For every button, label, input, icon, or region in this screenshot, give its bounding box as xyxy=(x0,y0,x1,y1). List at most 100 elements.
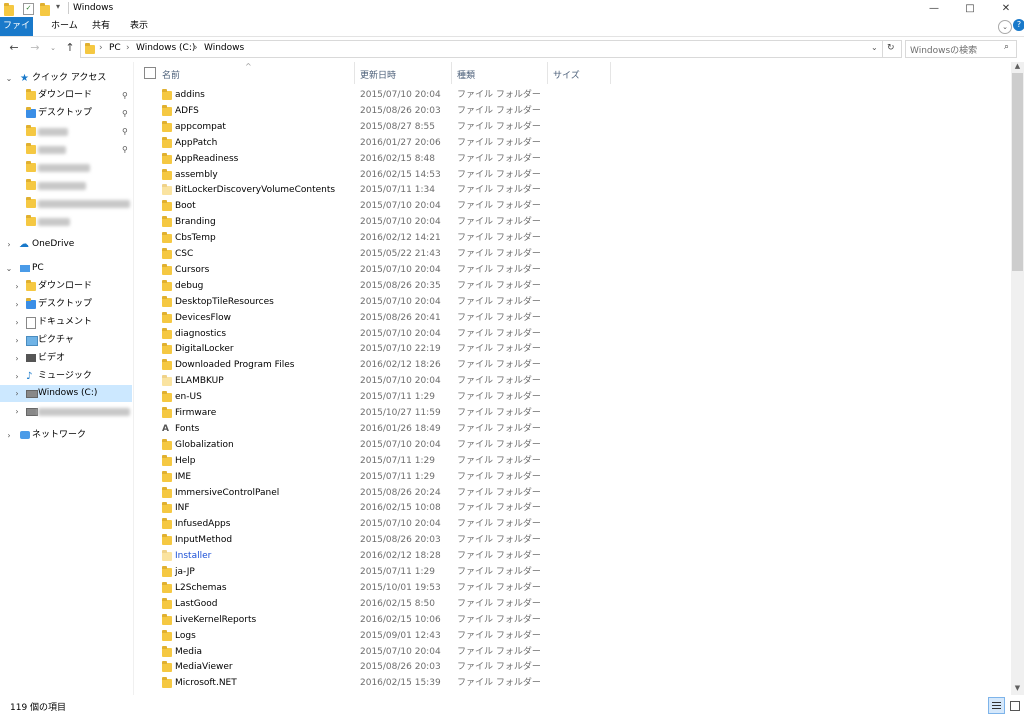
nav-qa-item[interactable] xyxy=(24,159,132,176)
chevron-right-icon[interactable]: › xyxy=(12,278,22,295)
chevron-right-icon[interactable]: › xyxy=(126,43,130,53)
scrollbar-thumb[interactable] xyxy=(1012,73,1023,271)
column-divider[interactable] xyxy=(451,62,452,84)
nav-qa-desktop[interactable]: デスクトップ ⚲ xyxy=(24,105,132,122)
file-row[interactable]: ADFS 2015/08/26 20:03 ファイル フォルダー xyxy=(135,103,1010,119)
file-row[interactable]: addins 2015/07/10 20:04 ファイル フォルダー xyxy=(135,87,1010,103)
chevron-right-icon[interactable]: › xyxy=(99,43,103,53)
breadcrumb-pc[interactable]: PC xyxy=(109,43,121,53)
chevron-right-icon[interactable]: › xyxy=(12,385,22,402)
maximize-button[interactable]: □ xyxy=(954,0,986,17)
file-row[interactable]: Firmware 2015/10/27 11:59 ファイル フォルダー xyxy=(135,405,1010,421)
column-divider[interactable] xyxy=(354,62,355,84)
tab-view[interactable]: 表示 xyxy=(122,17,156,36)
chevron-right-icon[interactable]: › xyxy=(12,403,22,420)
column-date[interactable]: 更新日時 xyxy=(360,68,396,81)
file-row[interactable]: DevicesFlow 2015/08/26 20:41 ファイル フォルダー xyxy=(135,310,1010,326)
chevron-right-icon[interactable]: › xyxy=(12,350,22,367)
file-row[interactable]: Boot 2015/07/10 20:04 ファイル フォルダー xyxy=(135,198,1010,214)
file-row[interactable]: InputMethod 2015/08/26 20:03 ファイル フォルダー xyxy=(135,532,1010,548)
file-row[interactable]: LastGood 2016/02/15 8:50 ファイル フォルダー xyxy=(135,596,1010,612)
file-row[interactable]: ELAMBKUP 2015/07/10 20:04 ファイル フォルダー xyxy=(135,373,1010,389)
chevron-right-icon[interactable]: › xyxy=(12,296,22,313)
column-divider[interactable] xyxy=(547,62,548,84)
nav-qa-item[interactable] xyxy=(24,177,132,194)
file-row[interactable]: appcompat 2015/08/27 8:55 ファイル フォルダー xyxy=(135,119,1010,135)
expand-ribbon-icon[interactable]: ⌄ xyxy=(998,20,1012,34)
refresh-icon[interactable]: ↻ xyxy=(887,43,895,53)
file-row[interactable]: Media 2015/07/10 20:04 ファイル フォルダー xyxy=(135,644,1010,660)
chevron-right-icon[interactable]: › xyxy=(4,236,14,253)
file-row[interactable]: Help 2015/07/11 1:29 ファイル フォルダー xyxy=(135,453,1010,469)
file-row[interactable]: debug 2015/08/26 20:35 ファイル フォルダー xyxy=(135,278,1010,294)
column-name[interactable]: 名前 xyxy=(162,68,180,81)
file-row[interactable]: Microsoft.NET 2016/02/15 15:39 ファイル フォルダー xyxy=(135,675,1010,691)
chevron-right-icon[interactable]: › xyxy=(12,332,22,349)
column-type[interactable]: 種類 xyxy=(457,68,475,81)
file-row[interactable]: CbsTemp 2016/02/12 14:21 ファイル フォルダー xyxy=(135,230,1010,246)
file-row[interactable]: AppPatch 2016/01/27 20:06 ファイル フォルダー xyxy=(135,135,1010,151)
chevron-down-icon[interactable]: ⌄ xyxy=(4,70,14,87)
back-arrow-icon[interactable]: ← xyxy=(7,41,21,55)
tab-home[interactable]: ホーム xyxy=(43,17,86,36)
properties-icon[interactable]: ✓ xyxy=(23,3,34,15)
chevron-down-icon[interactable]: ⌄ xyxy=(4,260,14,277)
file-row[interactable]: Installer 2016/02/12 18:28 ファイル フォルダー xyxy=(135,548,1010,564)
breadcrumb-drive[interactable]: Windows (C:) xyxy=(136,43,195,53)
file-row[interactable]: Logs 2015/09/01 12:43 ファイル フォルダー xyxy=(135,628,1010,644)
file-row[interactable]: Globalization 2015/07/10 20:04 ファイル フォルダー xyxy=(135,437,1010,453)
forward-arrow-icon[interactable]: → xyxy=(28,41,42,55)
help-icon[interactable]: ? xyxy=(1013,19,1024,31)
chevron-right-icon[interactable]: › xyxy=(12,314,22,331)
search-icon[interactable]: ⌕ xyxy=(1004,42,1009,52)
chevron-right-icon[interactable]: › xyxy=(12,368,22,385)
column-divider[interactable] xyxy=(610,62,611,84)
search-box[interactable]: Windowsの検索 ⌕ xyxy=(905,40,1017,58)
file-row[interactable]: Branding 2015/07/10 20:04 ファイル フォルダー xyxy=(135,214,1010,230)
file-row[interactable]: IME 2015/07/11 1:29 ファイル フォルダー xyxy=(135,469,1010,485)
file-row[interactable]: MediaViewer 2015/08/26 20:03 ファイル フォルダー xyxy=(135,659,1010,675)
file-row[interactable]: ja-JP 2015/07/11 1:29 ファイル フォルダー xyxy=(135,564,1010,580)
file-row[interactable]: Cursors 2015/07/10 20:04 ファイル フォルダー xyxy=(135,262,1010,278)
pin-icon[interactable]: ⚲ xyxy=(122,105,128,122)
file-row[interactable]: Downloaded Program Files 2016/02/12 18:26… xyxy=(135,357,1010,373)
close-button[interactable]: ✕ xyxy=(990,0,1022,17)
address-bar[interactable]: › PC › Windows (C:) › Windows ⌄ ↻ xyxy=(80,40,902,58)
file-row[interactable]: DigitalLocker 2015/07/10 22:19 ファイル フォルダー xyxy=(135,341,1010,357)
search-input[interactable]: Windowsの検索 xyxy=(910,43,977,56)
tab-file[interactable]: ファイル xyxy=(0,17,33,50)
file-row[interactable]: A Fonts 2016/01/26 18:49 ファイル フォルダー xyxy=(135,421,1010,437)
scroll-up-icon[interactable]: ▲ xyxy=(1011,62,1024,73)
breadcrumb-windows[interactable]: Windows xyxy=(204,43,244,53)
details-view-button[interactable] xyxy=(988,697,1005,714)
file-row[interactable]: InfusedApps 2015/07/10 20:04 ファイル フォルダー xyxy=(135,516,1010,532)
file-row[interactable]: ImmersiveControlPanel 2015/08/26 20:24 ファイ… xyxy=(135,485,1010,501)
nav-qa-item[interactable] xyxy=(24,213,132,230)
nav-qa-downloads[interactable]: ダウンロード ⚲ xyxy=(24,87,132,104)
chevron-right-icon[interactable]: › xyxy=(194,43,198,53)
nav-qa-item[interactable]: ⚲ xyxy=(24,123,132,140)
nav-qa-item[interactable] xyxy=(24,195,132,212)
address-dropdown-icon[interactable]: ⌄ xyxy=(871,43,878,52)
file-row[interactable]: en-US 2015/07/11 1:29 ファイル フォルダー xyxy=(135,389,1010,405)
chevron-right-icon[interactable]: › xyxy=(4,427,14,444)
pin-icon[interactable]: ⚲ xyxy=(122,87,128,104)
file-row[interactable]: BitLockerDiscoveryVolumeContents 2015/07/… xyxy=(135,182,1010,198)
recent-locations-chevron-icon[interactable]: ⌄ xyxy=(46,41,60,55)
nav-qa-item[interactable]: ⚲ xyxy=(24,141,132,158)
file-row[interactable]: assembly 2016/02/15 14:53 ファイル フォルダー xyxy=(135,167,1010,183)
file-row[interactable]: AppReadiness 2016/02/15 8:48 ファイル フォルダー xyxy=(135,151,1010,167)
column-size[interactable]: サイズ xyxy=(553,68,580,81)
pin-icon[interactable]: ⚲ xyxy=(122,123,128,140)
file-row[interactable]: DesktopTileResources 2015/07/10 20:04 ファイル… xyxy=(135,294,1010,310)
new-folder-icon[interactable] xyxy=(40,3,50,16)
file-row[interactable]: diagnostics 2015/07/10 20:04 ファイル フォルダー xyxy=(135,326,1010,342)
scroll-down-icon[interactable]: ▼ xyxy=(1011,684,1024,695)
tab-share[interactable]: 共有 xyxy=(84,17,118,36)
customize-toolbar-icon[interactable]: ▾ xyxy=(56,2,60,13)
file-row[interactable]: L2Schemas 2015/10/01 19:53 ファイル フォルダー xyxy=(135,580,1010,596)
minimize-button[interactable]: — xyxy=(918,0,950,17)
file-row[interactable]: INF 2016/02/15 10:08 ファイル フォルダー xyxy=(135,500,1010,516)
file-row[interactable]: CSC 2015/05/22 21:43 ファイル フォルダー xyxy=(135,246,1010,262)
pin-icon[interactable]: ⚲ xyxy=(122,141,128,158)
